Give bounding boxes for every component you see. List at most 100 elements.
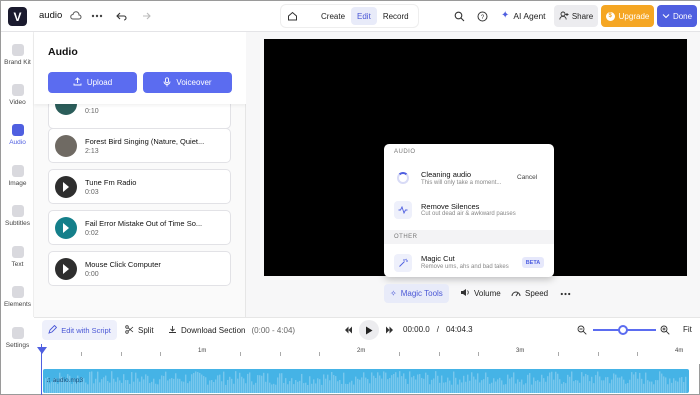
ruler-tick: [280, 352, 281, 356]
tab-edit[interactable]: Edit: [351, 7, 377, 25]
cancel-button[interactable]: Cancel: [517, 174, 537, 181]
track-duration: 0:10: [85, 108, 99, 115]
nav-elements[interactable]: Elements: [1, 286, 34, 308]
help-icon[interactable]: ?: [475, 9, 489, 23]
done-label: Done: [672, 11, 693, 21]
image-icon: [11, 165, 24, 177]
scissors-icon: [125, 325, 134, 336]
play-icon: [366, 326, 373, 334]
redo-icon[interactable]: [138, 9, 152, 23]
magic-wand-icon: [394, 254, 412, 272]
remove-silences-title[interactable]: Remove Silences: [421, 202, 479, 211]
nav-image[interactable]: Image: [1, 165, 34, 187]
nav-settings[interactable]: Settings: [1, 327, 34, 349]
search-icon[interactable]: [452, 9, 466, 23]
video-icon: [11, 84, 24, 96]
ruler-label: 3m: [516, 348, 525, 354]
nav-label: Subtitles: [5, 220, 30, 227]
track-item[interactable]: Mouse Click Computer 0:00: [48, 251, 231, 286]
clip-label: ♫ audio.mp3: [46, 377, 84, 384]
audio-clip[interactable]: [43, 369, 689, 393]
panel-title: Audio: [48, 46, 78, 58]
volume-label: Volume: [474, 289, 501, 298]
ruler-tick: [81, 352, 82, 356]
section-audio-label: AUDIO: [394, 149, 416, 155]
nav-label: Video: [9, 99, 26, 106]
nav-audio[interactable]: Audio: [1, 124, 34, 146]
ai-agent-button[interactable]: ✦ AI Agent: [501, 10, 546, 21]
nav-subtitles[interactable]: Subtitles: [1, 205, 34, 227]
tab-create[interactable]: Create: [315, 7, 351, 25]
magic-cut-title[interactable]: Magic Cut: [421, 254, 455, 263]
settings-icon: [11, 327, 24, 339]
audio-panel-header: Audio Upload Voiceover: [34, 32, 246, 104]
upload-button[interactable]: Upload: [48, 72, 137, 93]
ruler-tick: [160, 352, 161, 356]
more-icon[interactable]: [90, 9, 104, 23]
remove-silences-subtitle: Cut out dead air & awkward pauses: [421, 211, 516, 217]
share-label: Share: [571, 11, 594, 21]
mode-switcher: Create Edit Record: [281, 5, 418, 27]
skip-forward-icon[interactable]: [385, 326, 394, 334]
skip-back-icon[interactable]: [344, 326, 353, 334]
play-button[interactable]: [359, 320, 379, 340]
total-time: 04:04.3: [445, 325, 473, 334]
audio-icon: [11, 124, 24, 136]
home-icon[interactable]: [281, 5, 303, 27]
volume-button[interactable]: Volume: [460, 284, 501, 303]
track-duration: 2:13: [85, 148, 99, 155]
subtitles-icon: [11, 205, 24, 217]
tab-record[interactable]: Record: [377, 7, 415, 25]
playhead-handle[interactable]: [37, 347, 47, 354]
track-item[interactable]: Fail Error Mistake Out of Time So... 0:0…: [48, 210, 231, 245]
ruler-tick: [240, 352, 241, 356]
ruler-tick: [637, 352, 638, 356]
nav-label: Elements: [3, 301, 32, 308]
split-button[interactable]: Split: [125, 325, 154, 336]
project-name[interactable]: audio: [39, 10, 62, 21]
done-button[interactable]: Done: [657, 5, 697, 27]
play-icon: [63, 182, 69, 192]
add-user-icon: [559, 11, 569, 22]
zoom-out-icon[interactable]: [577, 325, 587, 335]
voiceover-button[interactable]: Voiceover: [143, 72, 232, 93]
track-thumbnail: [55, 176, 77, 198]
ruler-tick: [121, 352, 122, 356]
magic-tools-popup: AUDIO Cleaning audio This will only take…: [384, 144, 554, 277]
audio-panel: 0:10 Forest Bird Singing (Nature, Quiet.…: [34, 32, 246, 317]
nav-label: Audio: [9, 139, 26, 146]
play-icon: [63, 264, 69, 274]
track-item[interactable]: Tune Fm Radio 0:03: [48, 169, 231, 204]
ruler-tick: [558, 352, 559, 356]
cleaning-audio-title: Cleaning audio: [421, 170, 472, 179]
track-title: Mouse Click Computer: [85, 260, 161, 269]
track-item[interactable]: Forest Bird Singing (Nature, Quiet... 2:…: [48, 128, 231, 163]
cloud-icon: [69, 9, 83, 23]
zoom-slider-handle[interactable]: [618, 325, 628, 335]
upgrade-button[interactable]: $ Upgrade: [601, 5, 654, 27]
track-duration: 0:02: [85, 230, 99, 237]
time-separator: /: [436, 325, 439, 334]
share-button[interactable]: Share: [554, 5, 598, 27]
app-logo[interactable]: V: [8, 7, 27, 26]
fit-button[interactable]: Fit: [683, 325, 692, 334]
spinner-icon: [394, 169, 412, 187]
pencil-icon: [48, 324, 58, 336]
magic-tools-button[interactable]: ✧ Magic Tools: [384, 284, 449, 303]
ai-agent-label: AI Agent: [513, 10, 546, 21]
undo-icon[interactable]: [114, 9, 128, 23]
split-label: Split: [138, 326, 154, 335]
track-duration: 0:00: [85, 271, 99, 278]
magic-cut-subtitle: Remove ums, ahs and bad takes: [421, 264, 509, 270]
download-section-button[interactable]: Download Section (0:00 - 4:04): [168, 325, 295, 336]
nav-video[interactable]: Video: [1, 84, 34, 106]
zoom-in-icon[interactable]: [660, 325, 670, 335]
track-title: Forest Bird Singing (Nature, Quiet...: [85, 137, 205, 146]
speed-button[interactable]: Speed: [511, 284, 548, 303]
ruler-label: 2m: [357, 348, 366, 354]
magic-tools-label: Magic Tools: [400, 289, 443, 298]
more-options-icon[interactable]: [560, 284, 571, 303]
nav-brand-kit[interactable]: Brand Kit: [1, 44, 34, 66]
nav-text[interactable]: Text: [1, 246, 34, 268]
edit-with-script-button[interactable]: Edit with Script: [42, 320, 117, 340]
